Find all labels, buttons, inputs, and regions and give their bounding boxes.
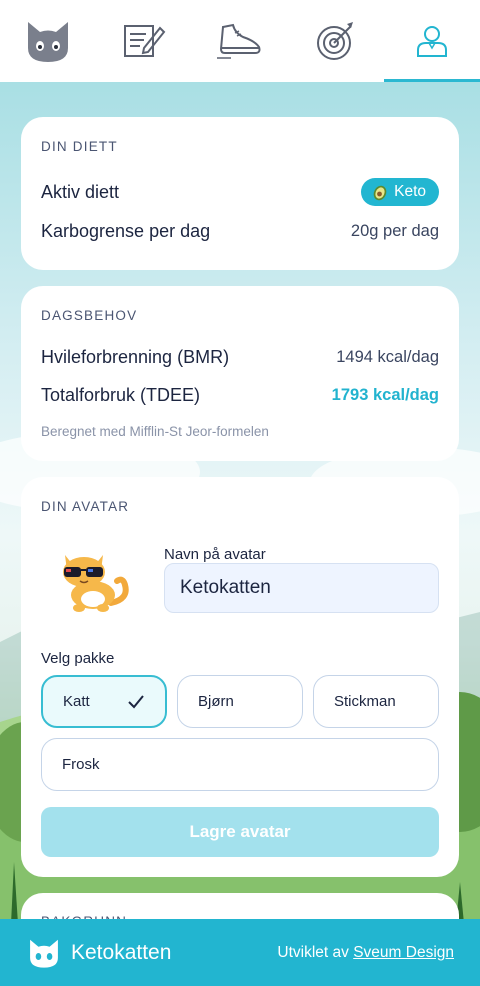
avatar-name-label: Navn på avatar (164, 546, 266, 563)
package-option-label: Stickman (334, 693, 396, 710)
diet-badge-text: Keto (394, 183, 426, 200)
daily-needs-card: DAGSBEHOV Hvileforbrenning (BMR) 1494 kc… (21, 286, 459, 461)
carb-limit-value: 20g per dag (350, 222, 439, 240)
package-label: Velg pakke (41, 650, 115, 667)
bmr-label: Hvileforbrenning (BMR) (41, 347, 230, 367)
footer-bar: Ketokatten Utviklet av Sveum Design (0, 919, 480, 986)
package-option-bjorn[interactable]: Bjørn (177, 675, 303, 728)
carb-limit-row: Karbogrense per dag 20g per dag (41, 221, 439, 242)
tab-cat-home[interactable] (0, 0, 96, 82)
package-option-label: Frosk (62, 756, 100, 773)
footer-credit: Utviklet av Sveum Design (277, 944, 454, 962)
package-option-katt[interactable]: Katt (41, 675, 167, 728)
notebook-pen-icon (124, 25, 166, 57)
package-option-frosk[interactable]: Frosk (41, 738, 439, 791)
tab-profile[interactable] (384, 0, 480, 82)
user-icon (417, 26, 447, 57)
section-title: DIN AVATAR (41, 499, 130, 514)
section-title: DIN DIETT (41, 139, 118, 154)
checkmark-icon (128, 694, 144, 708)
carb-limit-label: Karbogrense per dag (41, 221, 211, 241)
top-navigation (0, 0, 480, 82)
formula-note: Beregnet med Mifflin-St Jeor-formelen (41, 424, 269, 439)
avocado-icon (373, 185, 387, 201)
avatar-card: DIN AVATAR Navn på avatar Velg pakke Kat… (21, 477, 459, 877)
tab-diary[interactable] (96, 0, 192, 82)
cat-face-icon (28, 22, 68, 62)
diet-badge: Keto (361, 178, 439, 206)
package-option-label: Bjørn (198, 693, 234, 710)
package-option-label: Katt (63, 693, 90, 710)
active-diet-label: Aktiv diett (41, 181, 120, 202)
tdee-row: Totalforbruk (TDEE) 1793 kcal/dag (41, 385, 439, 406)
credit-link[interactable]: Sveum Design (353, 944, 454, 961)
diet-card: DIN DIETT Aktiv diett Keto Karbogrense p… (21, 117, 459, 270)
tab-activity[interactable] (192, 0, 288, 82)
tab-goals[interactable] (288, 0, 384, 82)
cat-face-icon (30, 939, 58, 968)
active-diet-row: Aktiv diett Keto (41, 178, 439, 206)
sneaker-icon (217, 23, 261, 59)
avatar-name-input[interactable] (164, 563, 439, 613)
credit-prefix: Utviklet av (277, 943, 349, 961)
avatar-image (51, 545, 135, 615)
save-avatar-button[interactable]: Lagre avatar (41, 807, 439, 857)
tdee-value: 1793 kcal/dag (331, 386, 439, 404)
section-title: DAGSBEHOV (41, 308, 138, 323)
bmr-value: 1494 kcal/dag (336, 348, 439, 366)
bmr-row: Hvileforbrenning (BMR) 1494 kcal/dag (41, 347, 439, 368)
tdee-label: Totalforbruk (TDEE) (41, 385, 201, 405)
target-arrow-icon (317, 22, 353, 60)
package-option-stickman[interactable]: Stickman (313, 675, 439, 728)
footer-brand: Ketokatten (71, 940, 172, 964)
